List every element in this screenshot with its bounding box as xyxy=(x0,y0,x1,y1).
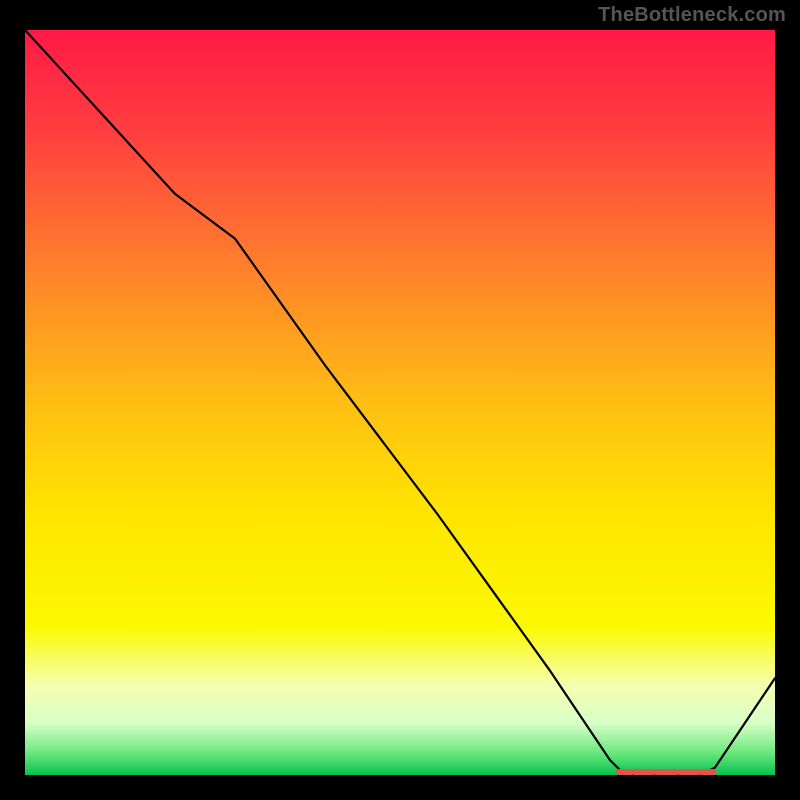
chart-container: TheBottleneck.com xyxy=(0,0,800,800)
chart-svg xyxy=(25,30,775,775)
credit-text: TheBottleneck.com xyxy=(598,4,786,27)
gradient-background xyxy=(25,30,775,775)
plot-area xyxy=(25,30,775,775)
